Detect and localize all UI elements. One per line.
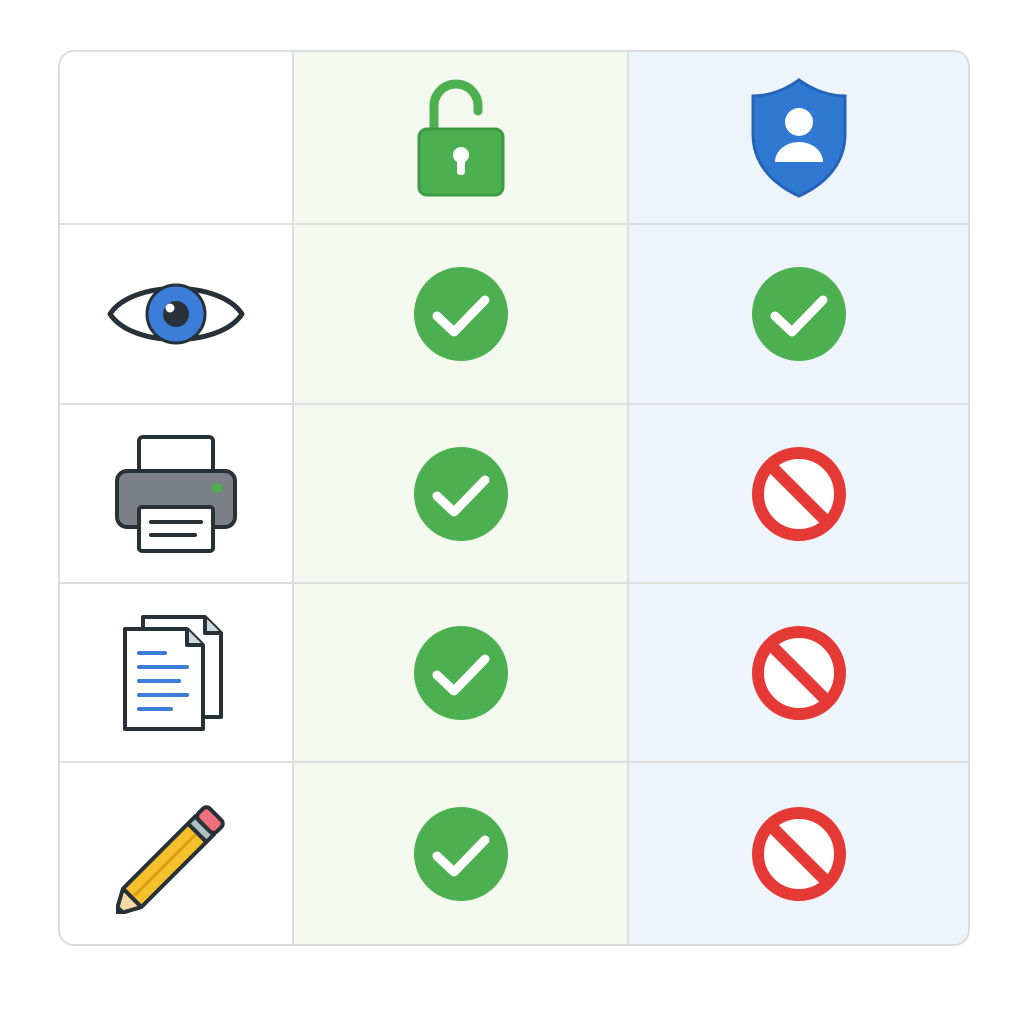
pencil-edit-icon <box>116 804 225 914</box>
permission-view-cell <box>60 225 294 405</box>
permission-print-cell <box>60 405 294 584</box>
permission-edit-cell <box>60 763 294 944</box>
printer-icon <box>115 434 237 553</box>
permission-copy-cell <box>60 584 294 763</box>
header-protected-column <box>629 52 968 225</box>
copy-documents-icon <box>123 614 223 731</box>
allowed-check-icon <box>413 267 508 361</box>
protected-copy-status-cell <box>629 584 968 763</box>
protected-edit-status-cell <box>629 763 968 944</box>
allowed-check-icon <box>413 446 508 541</box>
allowed-check-icon <box>413 625 508 720</box>
allowed-check-icon <box>751 267 846 361</box>
protected-print-status-cell <box>629 405 968 584</box>
allowed-check-icon <box>413 806 508 901</box>
prohibited-icon <box>751 806 846 901</box>
open-edit-status-cell <box>294 763 629 944</box>
header-open-column <box>294 52 629 225</box>
header-empty-cell <box>60 52 294 225</box>
open-view-status-cell <box>294 225 629 405</box>
prohibited-icon <box>751 625 846 720</box>
prohibited-icon <box>751 446 846 541</box>
open-copy-status-cell <box>294 584 629 763</box>
open-print-status-cell <box>294 405 629 584</box>
user-shield-icon <box>751 77 846 198</box>
eye-icon <box>107 283 245 345</box>
protected-view-status-cell <box>629 225 968 405</box>
permissions-comparison-table <box>58 50 970 946</box>
unlocked-padlock-icon <box>417 79 504 196</box>
